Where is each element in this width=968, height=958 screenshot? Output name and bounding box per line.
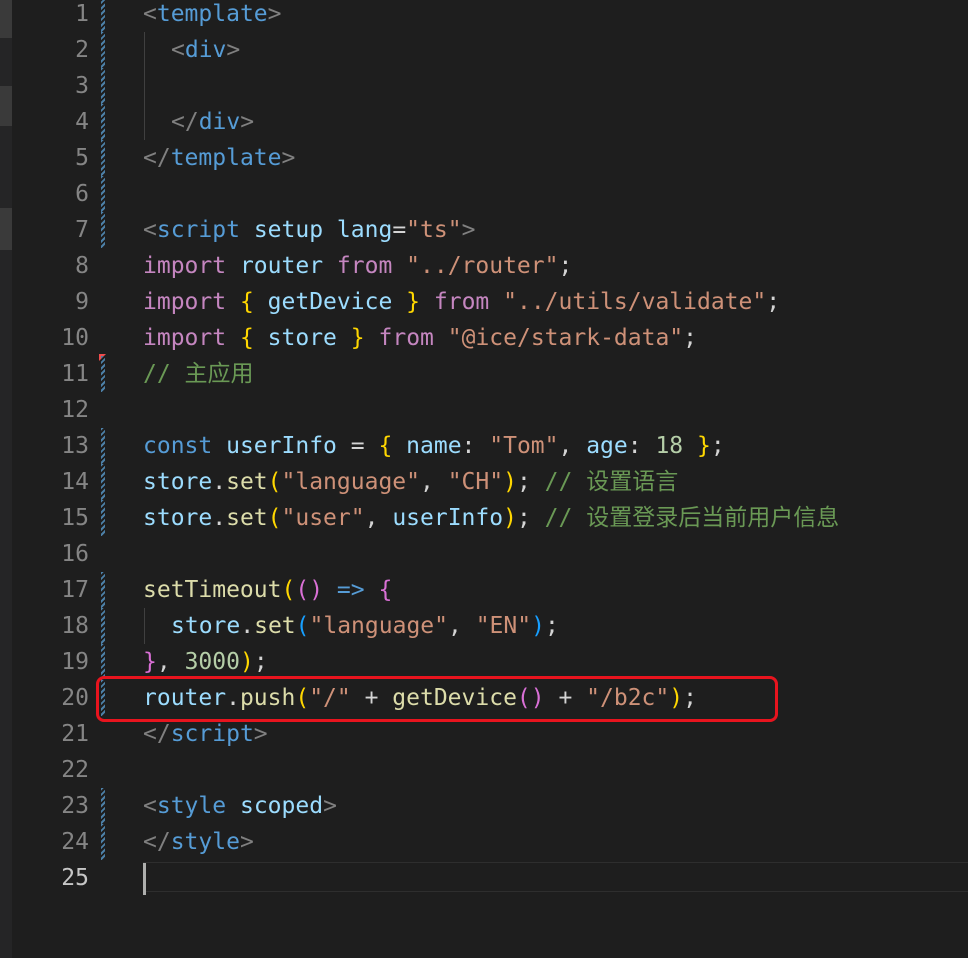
modified-line-indicator	[101, 356, 105, 392]
code-line[interactable]: 15 store.set("user", userInfo); // 设置登录后…	[0, 500, 968, 536]
line-number: 24	[61, 829, 89, 855]
line-content[interactable]: </style>	[143, 824, 254, 860]
line-number: 1	[75, 1, 89, 27]
code-line[interactable]: 24 </style>	[0, 824, 968, 860]
line-content[interactable]: store.set("language", "CH"); // 设置语言	[143, 464, 678, 500]
line-content[interactable]: }, 3000);	[143, 644, 268, 680]
modified-line-indicator	[101, 104, 105, 140]
code-line[interactable]: 12	[0, 392, 968, 428]
code-line[interactable]: 10 import { store } from "@ice/stark-dat…	[0, 320, 968, 356]
modified-line-indicator	[101, 176, 105, 212]
line-content[interactable]: <script setup lang="ts">	[143, 212, 475, 248]
modified-line-indicator	[101, 212, 105, 248]
line-number: 18	[61, 613, 89, 639]
code-line[interactable]: 19 }, 3000);	[0, 644, 968, 680]
code-line[interactable]: 8 import router from "../router";	[0, 248, 968, 284]
line-content[interactable]: store.set("language", "EN");	[171, 608, 559, 644]
indent-guide	[144, 68, 145, 104]
line-number: 20	[61, 685, 89, 711]
code-line[interactable]: 17 setTimeout(() => {	[0, 572, 968, 608]
code-line[interactable]: 18 store.set("language", "EN");	[0, 608, 968, 644]
modified-line-indicator	[101, 32, 105, 68]
code-line[interactable]: 2 <div>	[0, 32, 968, 68]
code-line[interactable]: 9 import { getDevice } from "../utils/va…	[0, 284, 968, 320]
line-content[interactable]: store.set("user", userInfo); // 设置登录后当前用…	[143, 500, 839, 536]
line-number: 14	[61, 469, 89, 495]
line-content[interactable]: </template>	[143, 140, 295, 176]
code-line[interactable]: 14 store.set("language", "CH"); // 设置语言	[0, 464, 968, 500]
line-content[interactable]: // 主应用	[143, 356, 254, 392]
code-line[interactable]: 7 <script setup lang="ts">	[0, 212, 968, 248]
modified-line-indicator	[101, 500, 105, 536]
text-cursor	[143, 863, 146, 895]
code-line[interactable]: 5 </template>	[0, 140, 968, 176]
line-content[interactable]: <div>	[171, 32, 240, 68]
code-line[interactable]: 11 // 主应用	[0, 354, 968, 392]
line-content[interactable]: <template>	[143, 0, 282, 32]
annotation-highlight-box	[96, 676, 778, 722]
line-number: 9	[75, 289, 89, 315]
modified-line-indicator	[101, 464, 105, 500]
code-line[interactable]: 13 const userInfo = { name: "Tom", age: …	[0, 428, 968, 464]
line-number: 5	[75, 145, 89, 171]
line-number: 17	[61, 577, 89, 603]
line-number: 6	[75, 181, 89, 207]
line-content[interactable]: import { store } from "@ice/stark-data";	[143, 320, 697, 356]
line-number-active: 25	[61, 865, 89, 891]
modified-line-indicator	[101, 788, 105, 824]
line-content[interactable]: </div>	[171, 104, 254, 140]
line-number: 22	[61, 757, 89, 783]
code-line[interactable]: 3	[0, 68, 968, 104]
line-number: 15	[61, 505, 89, 531]
line-number: 10	[61, 325, 89, 351]
line-number: 4	[75, 109, 89, 135]
code-line[interactable]: 6	[0, 176, 968, 212]
modified-line-indicator	[101, 68, 105, 104]
code-line[interactable]: 4 </div>	[0, 104, 968, 140]
code-line[interactable]: 23 <style scoped>	[0, 788, 968, 824]
modified-line-indicator	[101, 140, 105, 176]
line-content[interactable]: setTimeout(() => {	[143, 572, 392, 608]
modified-line-indicator	[101, 0, 105, 32]
line-content[interactable]: <style scoped>	[143, 788, 337, 824]
line-number: 23	[61, 793, 89, 819]
modified-line-indicator	[101, 824, 105, 860]
code-line[interactable]: 1 <template>	[0, 0, 968, 32]
line-number: 16	[61, 541, 89, 567]
line-number: 8	[75, 253, 89, 279]
line-content[interactable]: import { getDevice } from "../utils/vali…	[143, 284, 780, 320]
line-number: 13	[61, 433, 89, 459]
modified-line-indicator	[101, 572, 105, 608]
line-content[interactable]: const userInfo = { name: "Tom", age: 18 …	[143, 428, 725, 464]
line-number: 21	[61, 721, 89, 747]
modified-line-indicator	[101, 428, 105, 464]
line-number: 7	[75, 217, 89, 243]
indent-guide	[144, 608, 145, 644]
line-content[interactable]: import router from "../router";	[143, 248, 572, 284]
modified-line-indicator	[101, 644, 105, 680]
line-number: 3	[75, 73, 89, 99]
line-number: 19	[61, 649, 89, 675]
line-number: 12	[61, 397, 89, 423]
indent-guide	[144, 104, 145, 140]
line-number: 2	[75, 37, 89, 63]
line-number: 11	[61, 361, 89, 387]
code-line[interactable]: 22	[0, 752, 968, 788]
indent-guide	[144, 32, 145, 68]
modified-line-indicator	[101, 608, 105, 644]
code-line[interactable]: 16	[0, 536, 968, 572]
code-editor[interactable]: 1 <template> 2 <div> 3 4 </div> 5 </temp…	[0, 0, 968, 958]
